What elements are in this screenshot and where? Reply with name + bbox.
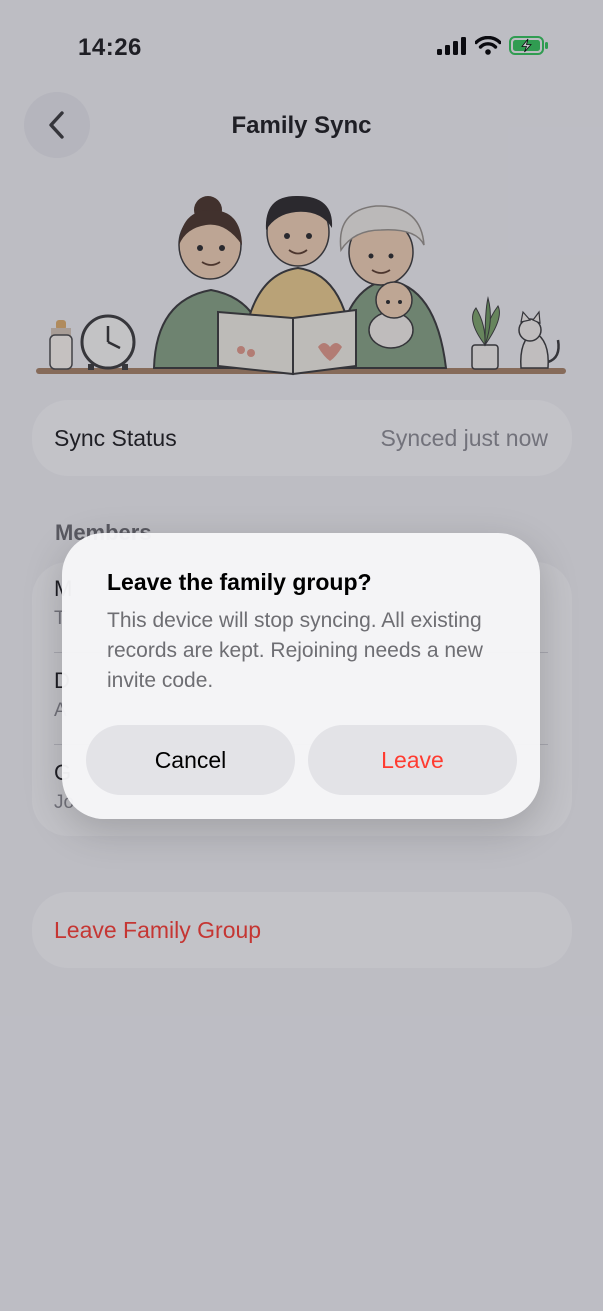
dialog-message: This device will stop syncing. All exist… bbox=[107, 609, 483, 692]
dialog-title: Leave the family group? bbox=[107, 569, 372, 595]
leave-confirmation-dialog: Leave the family group? This device will… bbox=[62, 533, 540, 819]
leave-button[interactable]: Leave bbox=[308, 725, 517, 795]
cancel-button[interactable]: Cancel bbox=[86, 725, 295, 795]
